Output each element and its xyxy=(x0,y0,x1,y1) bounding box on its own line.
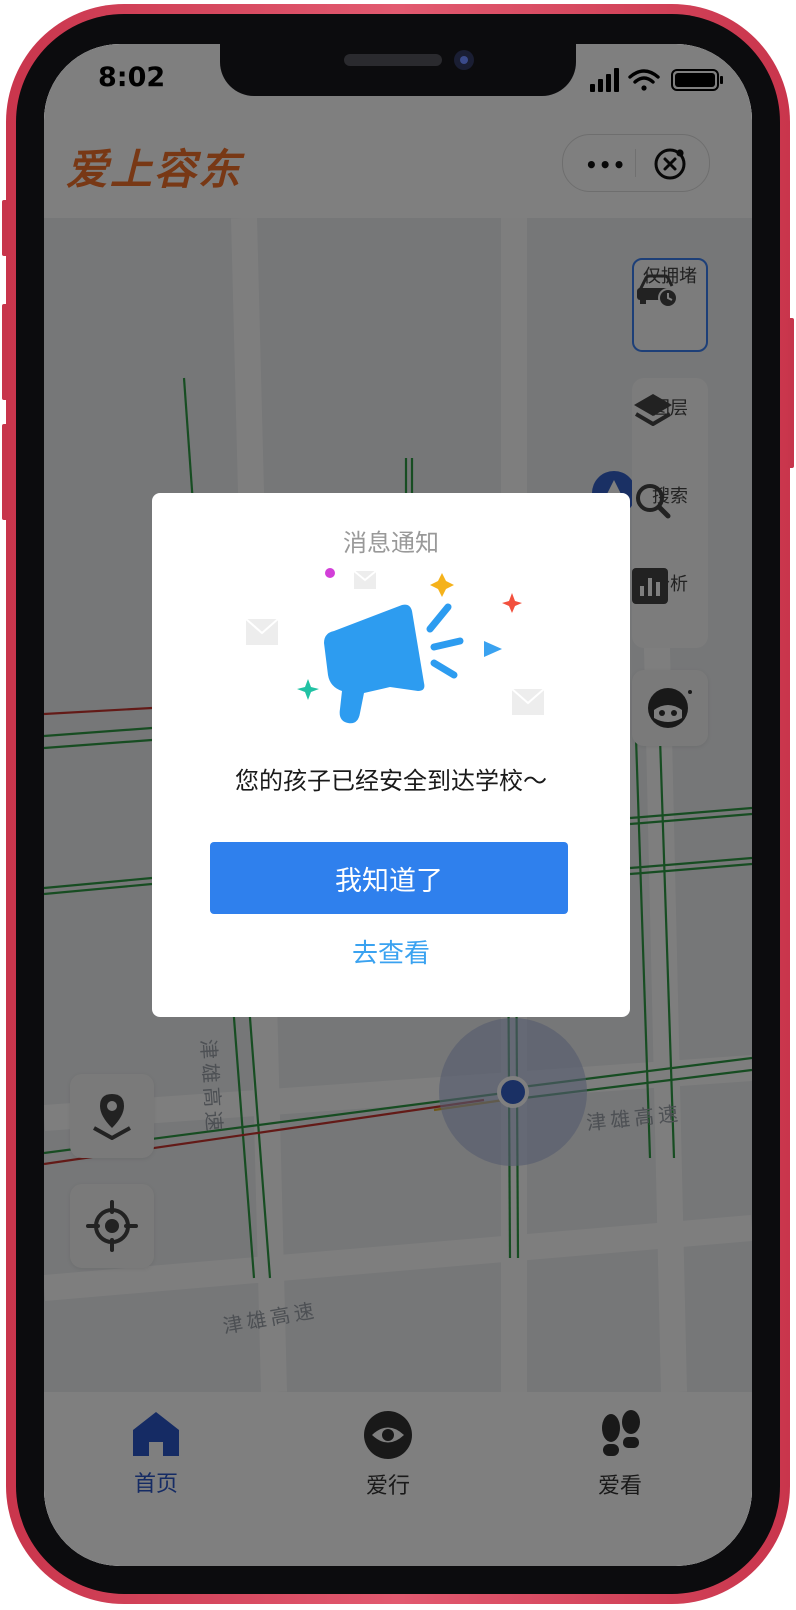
mute-switch xyxy=(2,200,8,256)
envelope-icon xyxy=(245,618,279,645)
notification-dialog: 消息通知 您的孩子已经安全到达学校～ 我知道了 去查看 xyxy=(152,493,630,1017)
notch xyxy=(220,44,576,96)
volume-up-button xyxy=(2,304,8,400)
dialog-message: 您的孩子已经安全到达学校～ xyxy=(235,767,547,795)
view-details-link[interactable]: 去查看 xyxy=(152,933,630,970)
phone-screen: 8:02 爱上容 xyxy=(44,44,752,1566)
acknowledge-button[interactable]: 我知道了 xyxy=(210,842,568,914)
dialog-title: 消息通知 xyxy=(343,529,439,557)
camera-icon xyxy=(454,50,474,70)
megaphone-icon xyxy=(324,603,464,724)
megaphone-illustration xyxy=(245,568,545,724)
power-button xyxy=(788,318,794,468)
volume-down-button xyxy=(2,424,8,520)
